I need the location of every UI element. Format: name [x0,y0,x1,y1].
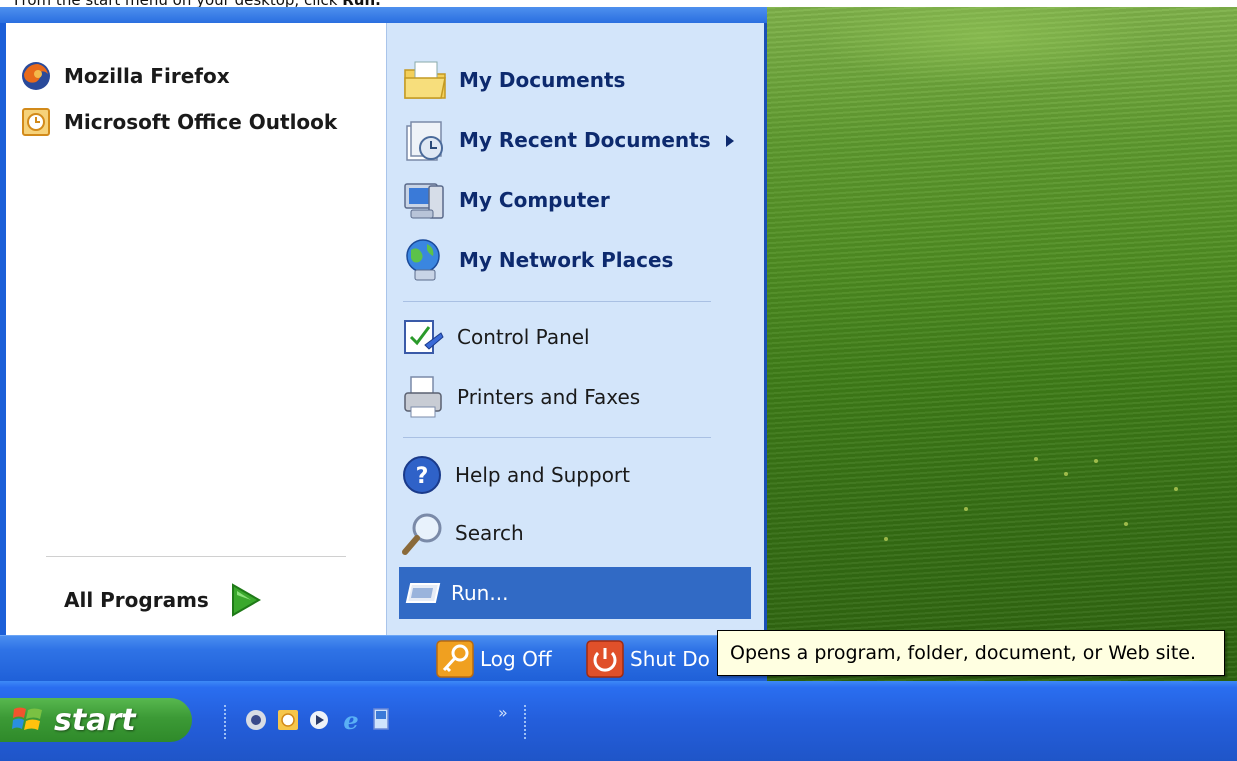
windows-logo-icon [12,705,44,735]
search-label: Search [455,521,524,545]
start-menu-bottom-bar: Log Off Shut Do [0,635,767,681]
help-and-support-label: Help and Support [455,463,630,487]
start-button[interactable]: start [0,698,192,742]
internet-explorer-quicklaunch-icon[interactable]: e [338,706,364,735]
printer-icon [401,373,445,421]
menu-search[interactable]: Search [401,507,524,559]
arrow-right-icon [229,583,261,617]
menu-printers-and-faxes[interactable]: Printers and Faxes [401,371,640,423]
run-tooltip: Opens a program, folder, document, or We… [717,630,1225,676]
right-pane-separator-2 [403,437,711,438]
menu-help-and-support[interactable]: ? Help and Support [401,451,630,499]
menu-my-network-places[interactable]: My Network Places [401,233,673,287]
instruction-text: From the start menu on your desktop, cli… [14,0,381,8]
log-off-button[interactable]: Log Off [436,638,552,680]
help-icon: ? [401,454,443,496]
grass-flower [1094,459,1098,463]
right-pane-separator-1 [403,301,711,302]
pinned-outlook-label: Microsoft Office Outlook [64,110,338,134]
printers-and-faxes-label: Printers and Faxes [457,385,641,409]
outlook-quicklaunch-icon[interactable] [276,708,300,732]
my-computer-icon [401,176,449,224]
menu-control-panel[interactable]: Control Panel [401,313,590,361]
key-icon [436,640,474,678]
left-pane-separator [46,556,346,557]
menu-run[interactable]: Run... [399,567,751,619]
grass-flower [964,507,968,511]
desktop-wallpaper [764,7,1237,681]
show-desktop-quicklaunch-icon[interactable] [370,707,392,733]
grass-flower [1124,522,1128,526]
shut-down-label: Shut Do [630,647,710,671]
start-label: start [54,702,136,738]
pinned-outlook[interactable]: Microsoft Office Outlook [20,105,337,139]
quicklaunch-grip [224,705,228,739]
start-menu-left-pane: Mozilla Firefox Microsoft Office Outlook… [6,23,386,635]
run-icon [403,578,443,608]
menu-my-computer[interactable]: My Computer [401,173,610,227]
control-panel-icon [401,315,445,359]
all-programs-button[interactable]: All Programs [64,579,261,621]
menu-my-documents[interactable]: My Documents [401,53,625,107]
my-network-places-label: My Network Places [459,248,674,272]
quicklaunch-overflow-chevron[interactable]: » [498,703,508,722]
taskbar-grip [524,705,528,739]
submenu-arrow-icon [725,133,735,147]
shut-down-button[interactable]: Shut Do [586,638,710,680]
svg-text:e: e [343,707,358,733]
search-icon [401,510,447,556]
network-places-icon [401,236,449,284]
control-panel-label: Control Panel [457,325,590,349]
outlook-icon [20,106,52,138]
media-player-quicklaunch-icon[interactable] [308,709,330,731]
run-label: Run... [451,581,509,605]
grass-flower [1064,472,1068,476]
svg-text:?: ? [416,464,429,489]
pinned-firefox-label: Mozilla Firefox [64,64,230,88]
power-icon [586,640,624,678]
start-menu-header [0,7,767,23]
start-menu-right-pane: My Documents My Recent Documents My Comp… [386,23,764,635]
my-computer-label: My Computer [459,188,610,212]
pinned-firefox[interactable]: Mozilla Firefox [20,59,230,93]
log-off-label: Log Off [480,647,552,671]
all-programs-label: All Programs [64,588,209,612]
firefox-icon [20,60,52,92]
grass-flower [1034,457,1038,461]
recent-documents-icon [401,116,449,164]
grass-flower [884,537,888,541]
my-recent-documents-label: My Recent Documents [459,128,711,152]
firefox-quicklaunch-icon[interactable] [244,708,268,732]
taskbar: start e » [0,681,1237,761]
my-documents-icon [401,56,449,104]
start-menu: Mozilla Firefox Microsoft Office Outlook… [0,7,767,681]
my-documents-label: My Documents [459,68,626,92]
menu-my-recent-documents[interactable]: My Recent Documents [401,113,751,167]
grass-flower [1174,487,1178,491]
